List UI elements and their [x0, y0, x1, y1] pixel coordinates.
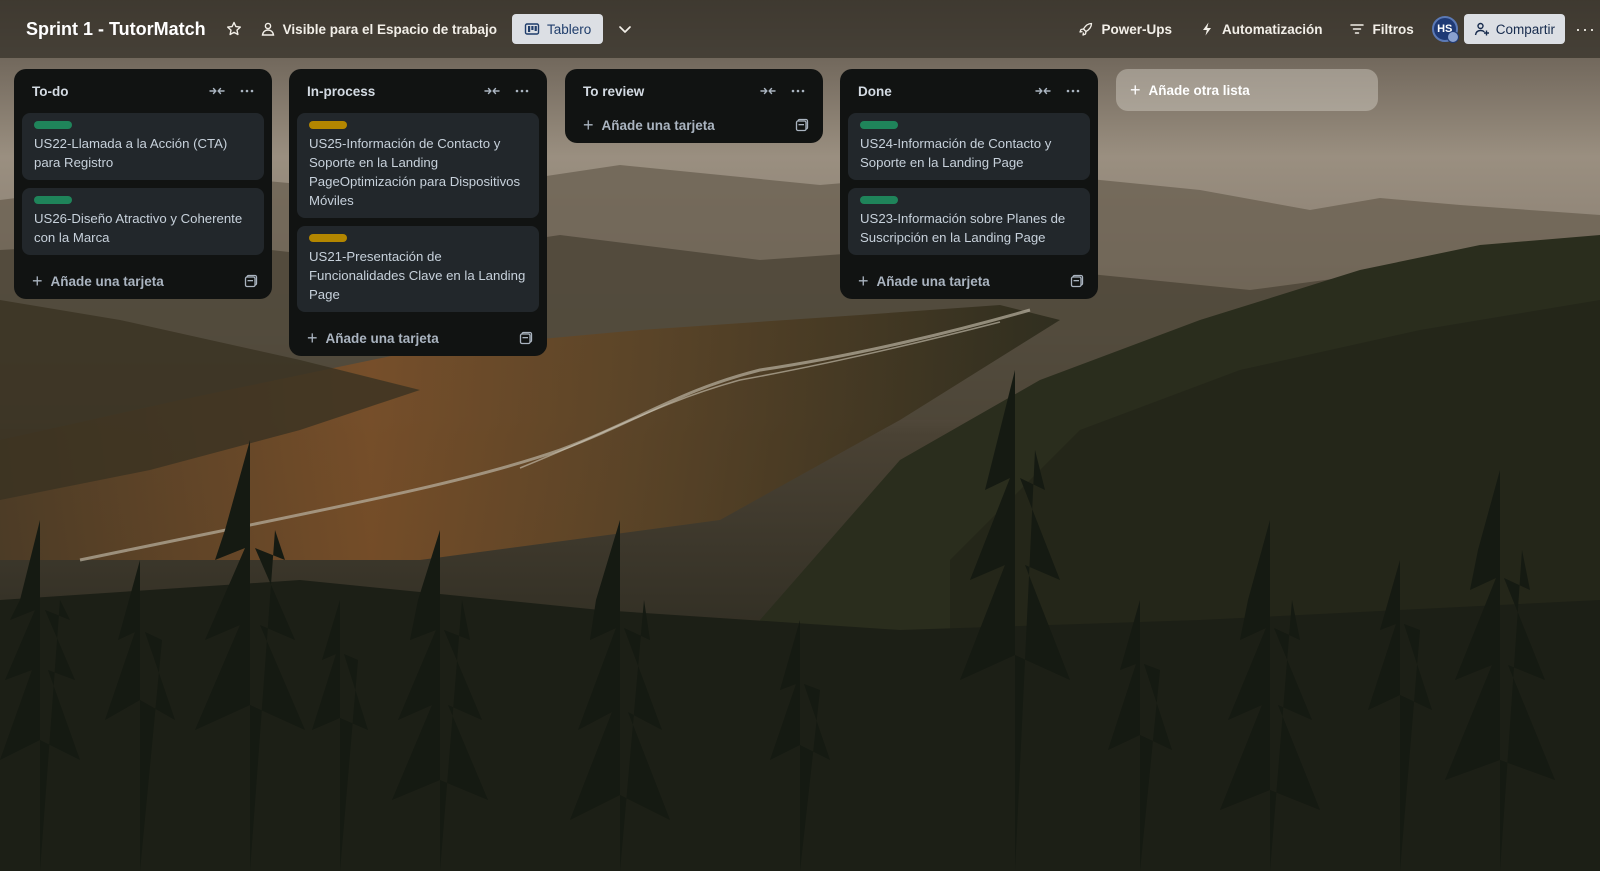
list-title[interactable]: In-process: [307, 84, 473, 99]
list-menu-button[interactable]: [236, 80, 258, 102]
card-label[interactable]: [34, 121, 72, 129]
collapse-icon: [209, 87, 225, 95]
list-menu-button[interactable]: [1062, 80, 1084, 102]
list-done: Done US24-Información de Contacto y Sopo…: [840, 69, 1098, 299]
collapse-icon: [484, 87, 500, 95]
list-title[interactable]: To review: [583, 84, 749, 99]
card-label[interactable]: [860, 121, 898, 129]
card-label[interactable]: [309, 121, 347, 129]
add-card-button[interactable]: + Añade una tarjeta: [307, 329, 519, 347]
add-card-label: Añade una tarjeta: [876, 273, 990, 289]
card[interactable]: US25-Información de Contacto y Soporte e…: [297, 113, 539, 218]
collapse-list-button[interactable]: [206, 80, 228, 102]
list-header: Done: [848, 69, 1090, 113]
list-footer: + Añade una tarjeta: [848, 263, 1090, 299]
list-header: To-do: [22, 69, 264, 113]
add-card-label: Añade una tarjeta: [325, 330, 439, 346]
list-title[interactable]: To-do: [32, 84, 198, 99]
list-menu-button[interactable]: [511, 80, 533, 102]
create-from-template-button[interactable]: [519, 331, 533, 345]
card-label[interactable]: [860, 196, 898, 204]
plus-icon: +: [307, 328, 318, 348]
card-label[interactable]: [309, 234, 347, 242]
card-title: US26-Diseño Atractivo y Coherente con la…: [34, 211, 243, 245]
more-icon: [791, 89, 805, 93]
add-card-button[interactable]: + Añade una tarjeta: [32, 272, 244, 290]
create-from-template-button[interactable]: [1070, 274, 1084, 288]
card-title: US24-Información de Contacto y Soporte e…: [860, 136, 1052, 170]
card-title: US23-Información sobre Planes de Suscrip…: [860, 211, 1066, 245]
collapse-icon: [760, 87, 776, 95]
add-list-button[interactable]: + Añade otra lista: [1116, 69, 1378, 111]
card-title: US22-Llamada a la Acción (CTA) para Regi…: [34, 136, 228, 170]
card[interactable]: US21-Presentación de Funcionalidades Cla…: [297, 226, 539, 312]
collapse-icon: [1035, 87, 1051, 95]
create-from-template-button[interactable]: [244, 274, 258, 288]
card-label[interactable]: [34, 196, 72, 204]
template-icon: [1070, 274, 1084, 288]
card[interactable]: US26-Diseño Atractivo y Coherente con la…: [22, 188, 264, 255]
list-header: In-process: [297, 69, 539, 113]
add-card-label: Añade una tarjeta: [601, 117, 715, 133]
card-title: US21-Presentación de Funcionalidades Cla…: [309, 249, 526, 302]
plus-icon: +: [858, 271, 869, 291]
list-footer: + Añade una tarjeta: [22, 263, 264, 299]
add-card-label: Añade una tarjeta: [50, 273, 164, 289]
list-to-review: To review + Añade una tarjeta: [565, 69, 823, 143]
plus-icon: +: [583, 115, 594, 135]
list-in-process: In-process US25-Información de Contacto …: [289, 69, 547, 356]
add-list-label: Añade otra lista: [1148, 82, 1250, 98]
card[interactable]: US24-Información de Contacto y Soporte e…: [848, 113, 1090, 180]
card[interactable]: US22-Llamada a la Acción (CTA) para Regi…: [22, 113, 264, 180]
more-icon: [240, 89, 254, 93]
plus-icon: +: [32, 271, 43, 291]
more-icon: [515, 89, 529, 93]
collapse-list-button[interactable]: [481, 80, 503, 102]
template-icon: [519, 331, 533, 345]
list-title[interactable]: Done: [858, 84, 1024, 99]
list-footer: + Añade una tarjeta: [573, 107, 815, 143]
list-to-do: To-do US22-Llamada a la Acción (CTA) par…: [14, 69, 272, 299]
template-icon: [795, 118, 809, 132]
more-icon: [1066, 89, 1080, 93]
card-title: US25-Información de Contacto y Soporte e…: [309, 136, 521, 208]
collapse-list-button[interactable]: [1032, 80, 1054, 102]
board-canvas: To-do US22-Llamada a la Acción (CTA) par…: [0, 0, 1600, 871]
collapse-list-button[interactable]: [757, 80, 779, 102]
create-from-template-button[interactable]: [795, 118, 809, 132]
list-footer: + Añade una tarjeta: [297, 320, 539, 356]
add-card-button[interactable]: + Añade una tarjeta: [583, 116, 795, 134]
card[interactable]: US23-Información sobre Planes de Suscrip…: [848, 188, 1090, 255]
plus-icon: +: [1130, 79, 1141, 100]
template-icon: [244, 274, 258, 288]
list-menu-button[interactable]: [787, 80, 809, 102]
add-card-button[interactable]: + Añade una tarjeta: [858, 272, 1070, 290]
